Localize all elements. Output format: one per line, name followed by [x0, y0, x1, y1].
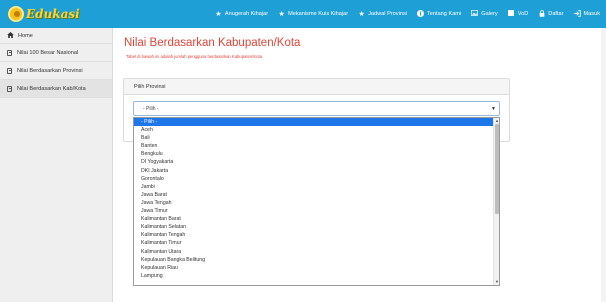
- dropdown-scrollbar[interactable]: ▲ ▼: [493, 118, 499, 285]
- nav-item-label: Jadwal Provinsi: [368, 11, 407, 17]
- dropdown-option[interactable]: Jawa Timur: [134, 207, 494, 215]
- dropdown-option[interactable]: Aceh: [134, 126, 494, 134]
- page-subtitle: Tabel di bawah ini adalah jumlah penggun…: [126, 54, 262, 59]
- dropdown-option[interactable]: Banten: [134, 142, 494, 150]
- dropdown-options: - Pilih - Aceh Bali Banten Bengkulu DI Yogyak…: [134, 118, 494, 280]
- nav-item-label: Galery: [481, 11, 498, 17]
- dropdown-option[interactable]: Kalimantan Utara: [134, 248, 494, 256]
- nav-item-mekanisme-kuis[interactable]: ★ Mekanisme Kuis Kihajar: [278, 11, 348, 18]
- logo-text: Edukasi: [26, 7, 80, 21]
- nav-item-masuk[interactable]: Masuk: [573, 9, 600, 19]
- province-dropdown-list[interactable]: - Pilih - Aceh Bali Banten Bengkulu DI Yogyak…: [133, 117, 500, 286]
- sidebar-item-label: Nilai 100 Besar Nasional: [17, 49, 79, 56]
- nav-item-label: Anugerah Kihajar: [224, 11, 269, 17]
- dropdown-option[interactable]: - Pilih -: [134, 118, 494, 127]
- dropdown-option[interactable]: Kalimantan Barat: [134, 215, 494, 223]
- nav-item-galery[interactable]: Galery: [471, 10, 498, 18]
- dropdown-option[interactable]: DI Yogyakarta: [134, 158, 494, 166]
- nav-item-label: VoD: [517, 11, 529, 17]
- dropdown-option[interactable]: Bengkulu: [134, 150, 494, 158]
- document-icon: [7, 67, 12, 74]
- scrollbar-thumb[interactable]: [495, 124, 499, 214]
- nav-menu: ★ Anugerah Kihajar ★ Mekanisme Kuis Kiha…: [215, 0, 600, 28]
- logo-mark: [8, 6, 24, 22]
- video-icon: [508, 10, 515, 18]
- page-title: Nilai Berdasarkan Kabupaten/Kota: [124, 37, 301, 49]
- sidebar-item-nilai-provinsi[interactable]: Nilai Berdasarkan Provinsi: [0, 62, 112, 80]
- lock-icon: [538, 9, 545, 19]
- scroll-down-icon[interactable]: ▼: [494, 279, 499, 285]
- sidebar-item-label: Home: [18, 32, 33, 39]
- sidebar-item-home[interactable]: Home: [0, 28, 112, 44]
- nav-item-vod[interactable]: VoD: [508, 10, 529, 18]
- sidebar-item-nilai-kabkota[interactable]: Nilai Berdasarkan Kab/Kota: [0, 80, 112, 98]
- sidebar-item-label: Nilai Berdasarkan Kab/Kota: [17, 85, 86, 92]
- dropdown-option[interactable]: Kalimantan Tengah: [134, 231, 494, 239]
- image-icon: [471, 10, 479, 18]
- dropdown-option[interactable]: Kepulauan Bangka Belitung: [134, 256, 494, 264]
- document-icon: [7, 49, 12, 56]
- top-navbar: Edukasi ★ Anugerah Kihajar ★ Mekanisme K…: [0, 0, 606, 28]
- dropdown-option[interactable]: Jawa Tengah: [134, 199, 494, 207]
- panel-title: Pilih Provinsi: [124, 79, 509, 95]
- dropdown-option[interactable]: Kepulauan Riau: [134, 264, 494, 272]
- nav-item-label: Masuk: [583, 11, 600, 17]
- dropdown-option[interactable]: Jambi: [134, 183, 494, 191]
- nav-item-daftar[interactable]: Daftar: [538, 9, 564, 19]
- sidebar-item-nilai-100-besar[interactable]: Nilai 100 Besar Nasional: [0, 44, 112, 62]
- sidebar: Home Nilai 100 Besar Nasional Nilai Berd…: [0, 28, 113, 302]
- star-icon: ★: [358, 10, 365, 18]
- select-value: - Pilih -: [143, 106, 159, 112]
- brand-logo[interactable]: Edukasi: [8, 5, 80, 23]
- nav-item-label: Daftar: [548, 11, 564, 17]
- home-icon: [6, 31, 14, 40]
- dropdown-option[interactable]: Kalimantan Timur: [134, 239, 494, 247]
- nav-item-label: Mekanisme Kuis Kihajar: [288, 11, 349, 17]
- dropdown-option[interactable]: Lampung: [134, 272, 494, 280]
- nav-item-jadwal-provinsi[interactable]: ★ Jadwal Provinsi: [358, 11, 407, 18]
- dropdown-option[interactable]: Kalimantan Selatan: [134, 223, 494, 231]
- nav-item-anugerah-kihajar[interactable]: ★ Anugerah Kihajar: [215, 11, 268, 18]
- sign-in-icon: [573, 9, 581, 19]
- province-select[interactable]: - Pilih - ▼: [133, 101, 500, 116]
- page-scrollbar[interactable]: [601, 28, 606, 302]
- info-icon: [417, 9, 424, 19]
- star-icon: ★: [278, 10, 285, 18]
- dropdown-option[interactable]: Jawa Barat: [134, 191, 494, 199]
- chevron-down-icon: ▼: [491, 106, 496, 112]
- nav-item-label: Tentang Kami: [427, 11, 462, 17]
- document-icon: [7, 85, 12, 92]
- dropdown-option[interactable]: Bali: [134, 134, 494, 142]
- dropdown-option[interactable]: Gorontalo: [134, 175, 494, 183]
- dropdown-option[interactable]: DKI Jakarta: [134, 167, 494, 175]
- star-icon: ★: [215, 10, 222, 18]
- sidebar-item-label: Nilai Berdasarkan Provinsi: [17, 67, 83, 74]
- nav-item-tentang-kami[interactable]: Tentang Kami: [417, 9, 462, 19]
